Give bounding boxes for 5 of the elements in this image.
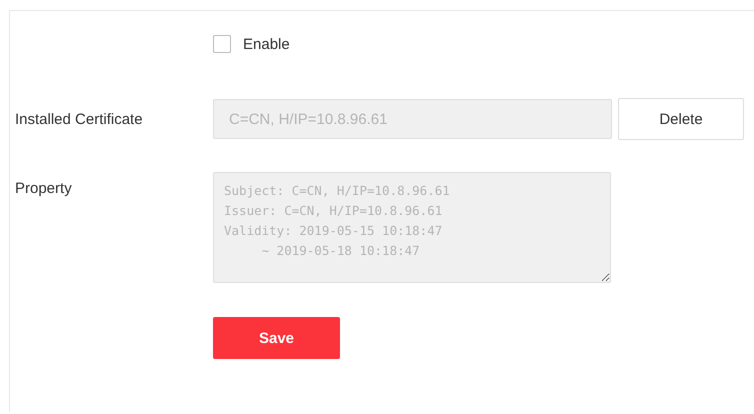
field-label: Installed Certificate (15, 110, 144, 128)
checkbox-label: Enable (243, 36, 290, 52)
checkbox[interactable] (213, 35, 231, 53)
field-label: Property (15, 180, 73, 197)
save-button[interactable]: Save (213, 317, 340, 359)
